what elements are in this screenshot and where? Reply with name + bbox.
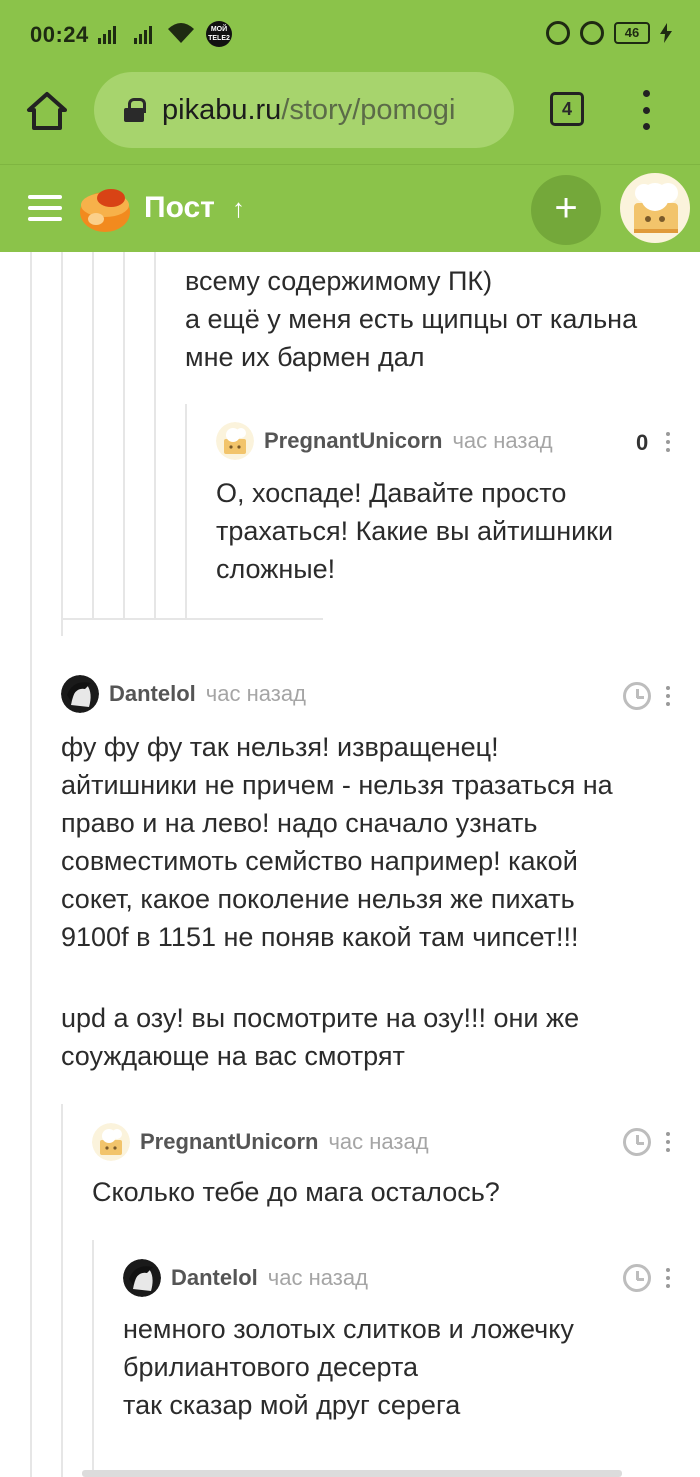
thread-divider	[61, 618, 323, 620]
more-options-icon[interactable]	[665, 686, 671, 706]
bottom-bar-edge	[82, 1470, 622, 1477]
thread-line	[123, 252, 125, 618]
comment-text-line: а ещё у меня есть щипцы от кальна	[185, 304, 638, 334]
comment-author[interactable]: PregnantUnicorn	[140, 1129, 318, 1155]
lock-icon	[124, 98, 146, 122]
home-icon[interactable]	[26, 90, 68, 132]
comment-text-line: О, хоспаде! Давайте просто	[216, 478, 567, 508]
comment-text-line: право и на лево! надо сначало узнать	[61, 808, 538, 838]
carrier-app-icon: МОЙ TELE2	[206, 21, 232, 47]
avatar[interactable]	[216, 422, 254, 460]
thread-line	[61, 252, 63, 636]
more-options-icon[interactable]	[665, 1132, 671, 1152]
hamburger-menu-icon[interactable]	[28, 195, 62, 221]
tabs-count-button[interactable]: 4	[550, 92, 584, 126]
comment-text-line: соуждающе на вас смотрят	[61, 1041, 405, 1071]
user-avatar[interactable]	[620, 173, 690, 243]
comment-text-line: трахаться! Какие вы айтишники	[216, 516, 614, 546]
thread-line	[30, 252, 32, 1477]
comment-header: Dantelol час назад	[123, 1259, 368, 1297]
clock-icon	[623, 1128, 651, 1156]
comment-author[interactable]: Dantelol	[109, 681, 196, 707]
url-domain: pikabu.ru	[162, 93, 282, 126]
more-options-icon[interactable]	[665, 1268, 671, 1288]
comment-header: PregnantUnicorn час назад	[216, 422, 553, 460]
more-options-icon[interactable]	[665, 432, 671, 452]
page-title: Пост	[144, 191, 215, 224]
pikabu-logo[interactable]	[78, 183, 132, 233]
comment-header: PregnantUnicorn час назад	[92, 1123, 429, 1161]
status-bar: 00:24 МОЙ TELE2 46	[0, 0, 700, 68]
alarm-icon	[580, 21, 604, 45]
charging-icon	[660, 23, 672, 43]
comment-text-line: Сколько тебе до мага осталось?	[92, 1177, 500, 1207]
comment-text-line: мне их бармен дал	[185, 342, 425, 372]
comment-text-line: сокет, какое поколение нельзя же пихать	[61, 884, 575, 914]
status-time: 00:24	[30, 22, 89, 47]
comment-text-line: немного золотых слитков и ложечку	[123, 1314, 574, 1344]
battery-icon: 46	[614, 22, 650, 44]
avatar[interactable]	[123, 1259, 161, 1297]
signal-icon	[98, 26, 116, 44]
signal-icon-2	[134, 26, 152, 44]
comment-text-line: всему содержимому ПК)	[185, 266, 493, 296]
comment-text-line: так сказар мой друг серега	[123, 1390, 461, 1420]
clock-icon	[623, 682, 651, 710]
thread-line	[92, 252, 94, 618]
comment-time: час назад	[452, 428, 553, 453]
comment-text-line: фу фу фу так нельзя! извращенец!	[61, 732, 499, 762]
thread-line	[92, 1240, 94, 1477]
thread-line	[185, 404, 187, 618]
avatar[interactable]	[61, 675, 99, 713]
comment-text-line: айтишники не причем - нельзя тразаться н…	[61, 770, 613, 800]
thread-line	[61, 1104, 63, 1477]
comment-text-line: брилиантового десерта	[123, 1352, 419, 1382]
comments-thread: всему содержимому ПК) а ещё у меня есть …	[0, 252, 700, 1477]
comment-rating: 0	[636, 430, 649, 455]
comment-time: час назад	[267, 1265, 368, 1290]
comment-text-line: upd а озу! вы посмотрите на озу!!! они ж…	[61, 1003, 580, 1033]
app-header: Пост ↑ +	[0, 164, 700, 252]
browser-menu-icon[interactable]	[636, 90, 656, 130]
comment-text-line: сложные!	[216, 554, 336, 584]
comment-author[interactable]: Dantelol	[171, 1265, 258, 1291]
browser-toolbar: pikabu.ru/story/pomogi 4	[0, 68, 700, 164]
comment-time: час назад	[205, 681, 306, 706]
comment-header: Dantelol час назад	[61, 675, 306, 713]
comment-author[interactable]: PregnantUnicorn	[264, 428, 442, 454]
url-bar[interactable]: pikabu.ru/story/pomogi	[94, 72, 514, 148]
data-saver-icon	[546, 21, 570, 45]
thread-line	[154, 252, 156, 618]
clock-icon	[623, 1264, 651, 1292]
comment-text-line: 9100f в 1151 не поняв какой там чипсет!!…	[61, 922, 579, 952]
add-post-button[interactable]: +	[531, 175, 601, 245]
scroll-up-icon[interactable]: ↑	[232, 193, 245, 224]
avatar[interactable]	[92, 1123, 130, 1161]
url-path: /story/pomogi	[281, 93, 456, 126]
comment-text-line: совместимоть семйство например! какой	[61, 846, 578, 876]
wifi-icon	[168, 23, 194, 43]
comment-time: час назад	[328, 1129, 429, 1154]
